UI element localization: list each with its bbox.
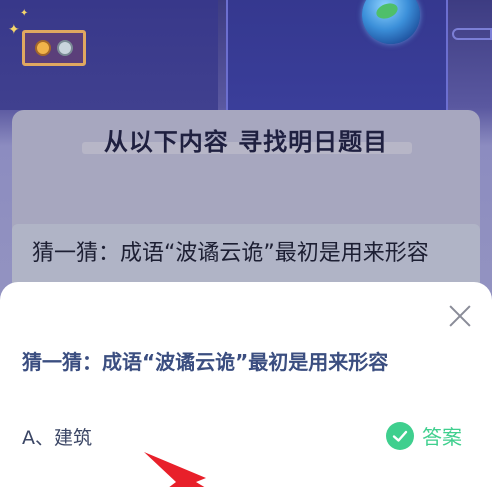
answer-button[interactable]: 答案	[386, 421, 462, 450]
check-icon	[386, 421, 414, 450]
pointer-arrow-icon	[144, 452, 206, 487]
medal-icon	[35, 40, 51, 56]
medal-icon	[57, 40, 73, 56]
background-question-text: 猜一猜：成语“波谲云诡”最初是用来形容	[32, 241, 429, 266]
card-title: 从以下内容 寻找明日题目	[103, 128, 389, 156]
sparkle-icon: ✦	[8, 22, 20, 38]
close-icon[interactable]	[448, 302, 472, 328]
answer-label: 答案	[422, 425, 462, 449]
sparkle-icon: ✦	[20, 8, 29, 19]
option-a: A、建筑	[22, 427, 92, 449]
sheet-question: 猜一猜：成语“波谲云诡”最初是用来形容	[22, 350, 389, 374]
medal-frame	[22, 30, 86, 66]
bottom-sheet	[0, 282, 492, 487]
decorative-bar	[452, 28, 492, 40]
